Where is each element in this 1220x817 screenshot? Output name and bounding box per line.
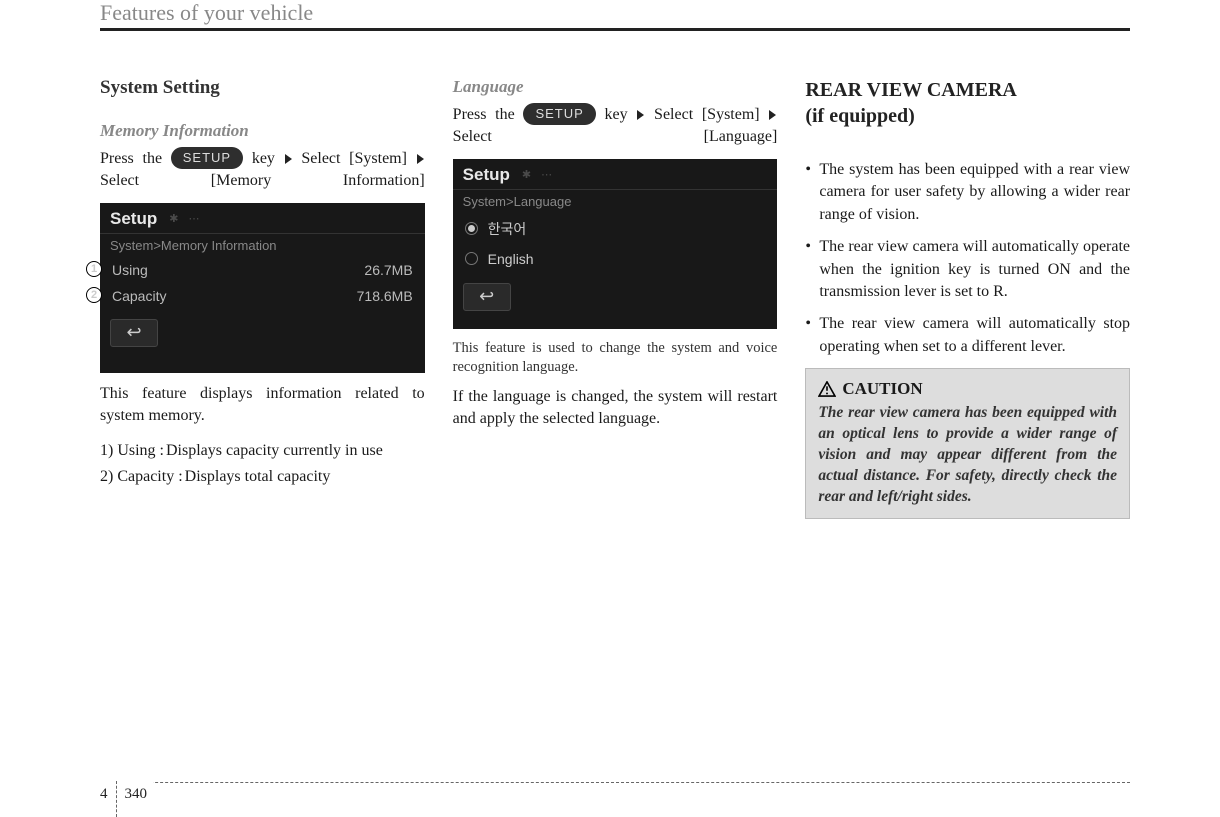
instr-text: Select [System] — [654, 106, 760, 123]
instr-text: Select [System] — [301, 150, 407, 167]
list-item: 1) Using : Displays capacity currently i… — [100, 440, 425, 462]
screenshot-radio-row: English — [453, 245, 778, 273]
caution-heading: CAUTION — [818, 379, 1117, 399]
screenshot-row-value: 718.6MB — [357, 288, 413, 304]
setup-key-badge: SETUP — [171, 147, 243, 169]
usb-icon: ⋯ — [188, 212, 199, 225]
bullet-text: The rear view camera will automatically … — [819, 313, 1130, 358]
column-3: REAR VIEW CAMERA (if equipped) • The sys… — [805, 77, 1130, 519]
instr-text: Press the — [453, 106, 524, 123]
bullet-text: The system has been equipped with a rear… — [819, 159, 1130, 226]
radio-label: English — [488, 251, 534, 267]
subheading-memory-information: Memory Information — [100, 121, 425, 141]
footer-chapter-number: 4 — [100, 786, 108, 803]
list-item-number: 1) Using : — [100, 440, 166, 462]
screenshot-memory-info: Setup ✱ ⋯ System>Memory Information 1 Us… — [100, 203, 425, 373]
column-2: Language Press the SETUP key Select [Sys… — [453, 77, 778, 519]
instruction-memory: Press the SETUP key Select [System] Sele… — [100, 147, 425, 193]
body-text: This feature displays information relate… — [100, 383, 425, 428]
numbered-list: 1) Using : Displays capacity currently i… — [100, 440, 425, 489]
back-button-icon: ↩ — [463, 283, 511, 311]
page-footer: 4 340 — [0, 782, 1220, 783]
bullet-dot-icon: • — [805, 313, 819, 358]
screenshot-radio-row: 한국어 — [453, 213, 778, 245]
warning-icon — [818, 381, 836, 397]
instr-text: key — [605, 106, 628, 123]
caution-box: CAUTION The rear view camera has been eq… — [805, 368, 1130, 519]
arrow-icon — [769, 110, 776, 120]
bullet-text: The rear view camera will automatically … — [819, 236, 1130, 303]
page-header: Features of your vehicle — [100, 0, 1130, 31]
footer-rule: 4 340 — [100, 782, 1130, 783]
setup-key-badge: SETUP — [523, 103, 595, 125]
list-item-number: 2) Capacity : — [100, 466, 185, 488]
bullet-dot-icon: • — [805, 236, 819, 303]
instr-text: key — [252, 150, 275, 167]
radio-off-icon — [465, 252, 478, 265]
callout-1: 1 — [86, 261, 102, 277]
screenshot-row-label: Capacity — [112, 288, 166, 304]
screenshot-row: Using 26.7MB — [100, 257, 425, 283]
screenshot-titlebar: Setup ✱ ⋯ — [100, 203, 425, 234]
subheading-language: Language — [453, 77, 778, 97]
screenshot-row-value: 26.7MB — [364, 262, 412, 278]
bluetooth-icon: ✱ — [169, 212, 178, 225]
list-item: 2) Capacity : Displays total capacity — [100, 466, 425, 488]
arrow-icon — [417, 154, 424, 164]
screenshot-status-icons: ✱ ⋯ — [522, 168, 552, 181]
section-heading-system-setting: System Setting — [100, 77, 425, 99]
footer-page-numbers: 4 340 — [100, 771, 153, 817]
heading-line: REAR VIEW CAMERA — [805, 77, 1130, 103]
section-heading-rear-view-camera: REAR VIEW CAMERA (if equipped) — [805, 77, 1130, 129]
arrow-icon — [285, 154, 292, 164]
screenshot-title: Setup — [463, 165, 510, 185]
screenshot-language: Setup ✱ ⋯ System>Language 한국어 English ↩ — [453, 159, 778, 329]
footer-page-number: 340 — [125, 786, 148, 803]
bullet-item: • The system has been equipped with a re… — [805, 159, 1130, 226]
back-button-icon: ↩ — [110, 319, 158, 347]
callout-2: 2 — [86, 287, 102, 303]
bullet-item: • The rear view camera will automaticall… — [805, 313, 1130, 358]
caution-body-text: The rear view camera has been equipped w… — [818, 403, 1117, 508]
heading-line: (if equipped) — [805, 103, 1130, 129]
caution-label: CAUTION — [842, 379, 922, 399]
radio-label: 한국어 — [488, 219, 527, 239]
screenshot-status-icons: ✱ ⋯ — [169, 212, 199, 225]
arrow-icon — [637, 110, 644, 120]
body-text: If the language is changed, the system w… — [453, 386, 778, 431]
screenshot-breadcrumb: System>Memory Information — [100, 234, 425, 257]
content-columns: System Setting Memory Information Press … — [100, 77, 1130, 519]
radio-on-icon — [465, 222, 478, 235]
screenshot-row-label: Using — [112, 262, 148, 278]
instr-text: Press the — [100, 150, 171, 167]
bullet-dot-icon: • — [805, 159, 819, 226]
list-item-text: Displays capacity currently in use — [166, 440, 383, 462]
screenshot-title: Setup — [110, 209, 157, 229]
instr-text: Select [Language] — [453, 128, 778, 145]
screenshot-breadcrumb: System>Language — [453, 190, 778, 213]
footer-divider — [116, 781, 117, 817]
bullet-list: • The system has been equipped with a re… — [805, 159, 1130, 358]
small-text: This feature is used to change the syste… — [453, 339, 778, 378]
usb-icon: ⋯ — [541, 168, 552, 181]
bluetooth-icon: ✱ — [522, 168, 531, 181]
screenshot-row: Capacity 718.6MB — [100, 283, 425, 309]
list-item-text: Displays total capacity — [185, 466, 331, 488]
instruction-language: Press the SETUP key Select [System] Sele… — [453, 103, 778, 149]
screenshot-titlebar: Setup ✱ ⋯ — [453, 159, 778, 190]
instr-text: Select [Memory Information] — [100, 172, 425, 189]
column-1: System Setting Memory Information Press … — [100, 77, 425, 519]
page-content: Features of your vehicle System Setting … — [0, 0, 1220, 519]
bullet-item: • The rear view camera will automaticall… — [805, 236, 1130, 303]
